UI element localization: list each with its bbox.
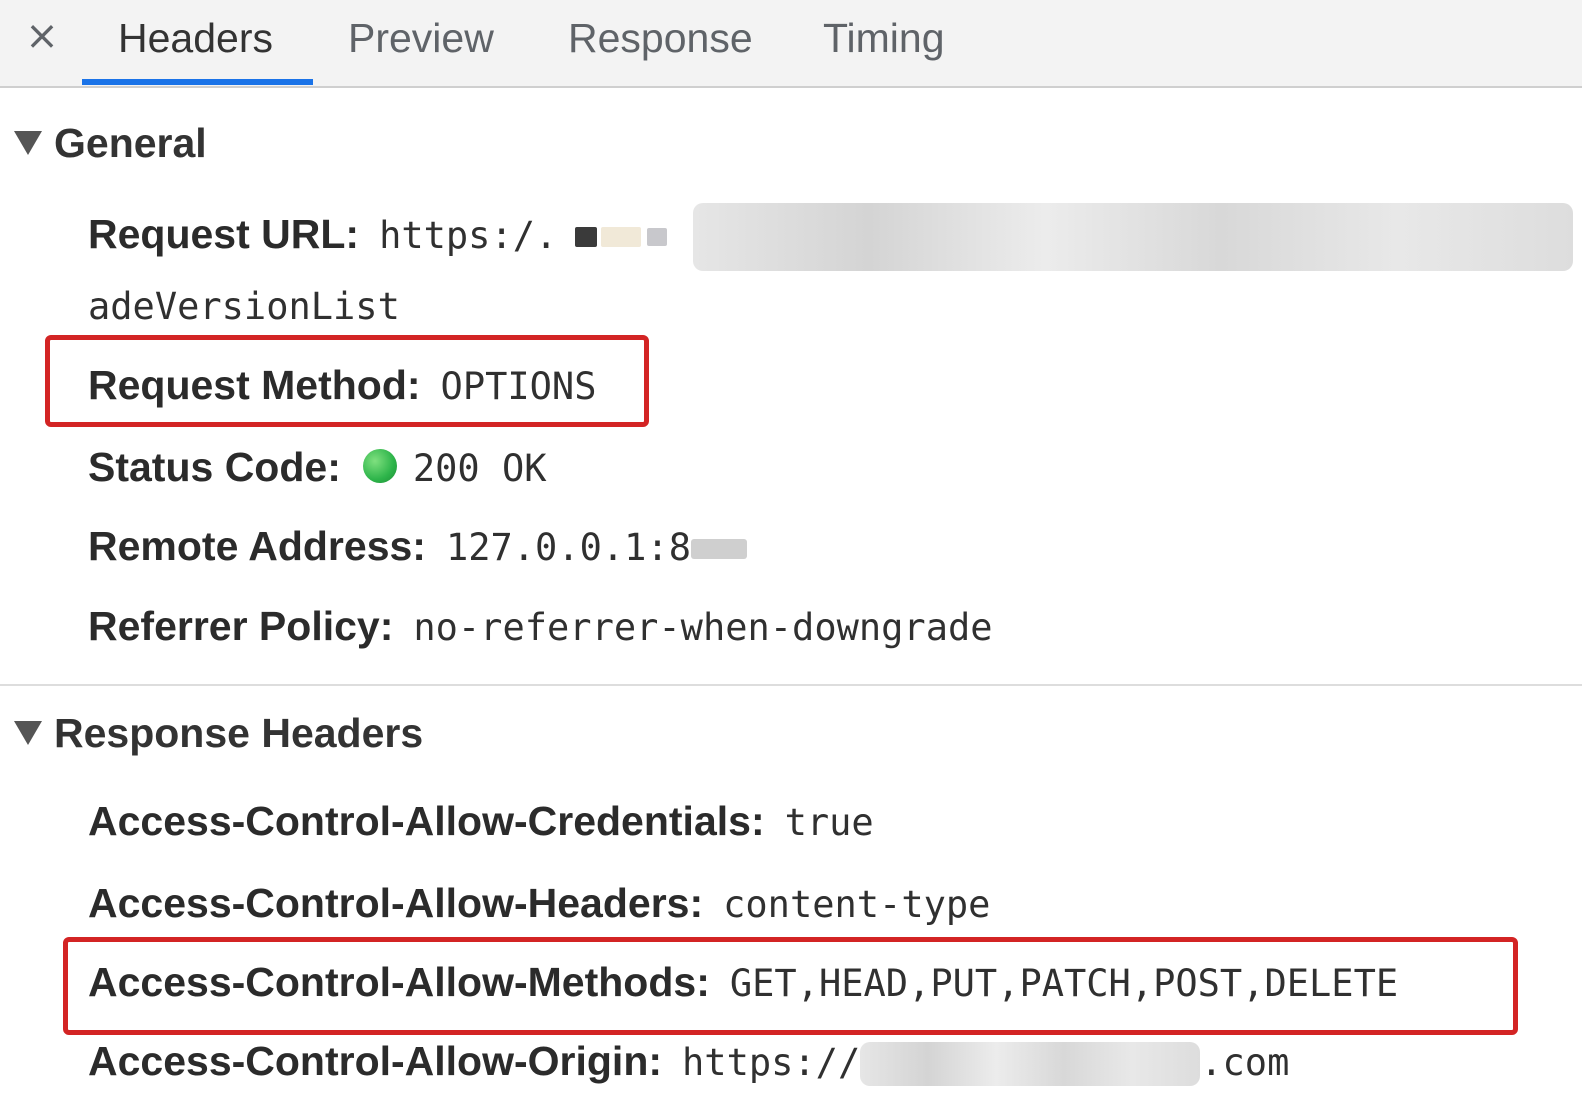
allow-credentials-row: Access-Control-Allow-Credentials: true — [88, 794, 874, 848]
allow-credentials-value: true — [784, 801, 874, 844]
request-method-highlight — [45, 335, 649, 427]
allow-origin-row: Access-Control-Allow-Origin: https:// .com — [88, 1034, 1289, 1088]
tab-preview[interactable]: Preview — [348, 12, 494, 64]
allow-methods-highlight — [63, 937, 1518, 1035]
status-ok-icon — [362, 449, 397, 484]
allow-origin-value-prefix: https:// — [682, 1041, 861, 1084]
general-section-title: General — [54, 120, 207, 166]
request-url-key: Request URL: — [88, 210, 360, 257]
redacted-port-blur — [691, 539, 747, 560]
allow-headers-key: Access-Control-Allow-Headers: — [88, 880, 704, 926]
redacted-url-blur — [693, 203, 1574, 271]
general-section-header[interactable]: General — [14, 118, 207, 168]
allow-origin-value-suffix: .com — [1200, 1041, 1290, 1084]
allow-headers-value: content-type — [723, 883, 991, 926]
redacted-block — [575, 227, 598, 247]
request-url-row: Request URL: https:/. — [88, 203, 1574, 271]
collapse-triangle-icon[interactable] — [14, 131, 42, 156]
request-url-value: https:/. — [379, 213, 558, 257]
active-tab-indicator — [82, 79, 313, 85]
remote-address-row: Remote Address: 127.0.0.1:8 — [88, 519, 747, 573]
redacted-block — [601, 227, 642, 247]
tab-response[interactable]: Response — [568, 12, 753, 64]
redacted-block — [647, 228, 668, 246]
response-headers-section-header[interactable]: Response Headers — [14, 708, 423, 758]
status-code-row: Status Code: 200 OK — [88, 440, 547, 494]
allow-headers-row: Access-Control-Allow-Headers: content-typ… — [88, 876, 990, 930]
section-divider — [0, 684, 1582, 686]
allow-credentials-key: Access-Control-Allow-Credentials: — [88, 798, 765, 844]
remote-address-key: Remote Address: — [88, 523, 426, 569]
tab-timing[interactable]: Timing — [823, 12, 945, 64]
close-icon[interactable]: × — [22, 14, 62, 58]
remote-address-value: 127.0.0.1:8 — [445, 526, 691, 569]
redacted-origin-blur — [860, 1042, 1201, 1087]
tab-headers[interactable]: Headers — [118, 12, 273, 64]
status-code-value: 200 OK — [412, 447, 547, 490]
collapse-triangle-icon[interactable] — [14, 721, 42, 746]
request-url-continuation: adeVersionList — [88, 285, 400, 328]
referrer-policy-key: Referrer Policy: — [88, 603, 394, 649]
referrer-policy-value: no-referrer-when-downgrade — [413, 606, 993, 649]
referrer-policy-row: Referrer Policy: no-referrer-when-downgra… — [88, 599, 993, 653]
devtools-tabbar: × Headers Preview Response Timing — [0, 0, 1582, 88]
allow-origin-key: Access-Control-Allow-Origin: — [88, 1038, 663, 1084]
response-headers-section-title: Response Headers — [54, 710, 424, 756]
status-code-key: Status Code: — [88, 444, 341, 490]
